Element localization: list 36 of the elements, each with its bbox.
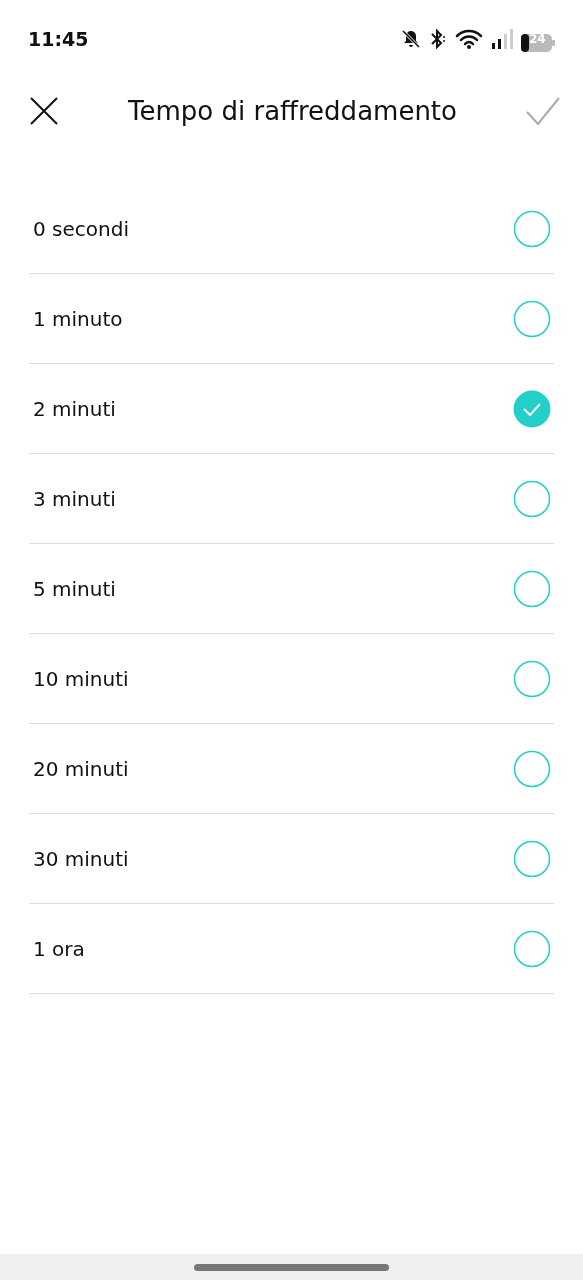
muted-bell-icon (401, 29, 421, 49)
option-row[interactable]: 1 ora (29, 904, 554, 994)
option-row[interactable]: 2 minuti (29, 364, 554, 454)
radio-icon[interactable] (513, 929, 551, 968)
radio-icon[interactable] (513, 299, 551, 338)
option-row[interactable]: 10 minuti (29, 634, 554, 724)
screen-title: Tempo di raffreddamento (128, 94, 457, 128)
option-row[interactable]: 3 minuti (29, 454, 554, 544)
radio-icon[interactable] (513, 749, 551, 788)
radio-icon[interactable] (513, 839, 551, 878)
option-label: 1 ora (33, 935, 85, 963)
status-time: 11:45 (28, 26, 89, 52)
option-label: 20 minuti (33, 755, 129, 783)
radio-icon[interactable] (513, 209, 551, 248)
radio-checked-icon[interactable] (513, 389, 551, 428)
radio-icon[interactable] (513, 479, 551, 518)
option-label: 5 minuti (33, 575, 116, 603)
option-label: 2 minuti (33, 395, 116, 423)
home-indicator[interactable] (194, 1263, 389, 1271)
option-label: 1 minuto (33, 305, 123, 333)
radio-icon[interactable] (513, 569, 551, 608)
confirm-check-icon[interactable] (525, 96, 561, 126)
radio-icon[interactable] (513, 659, 551, 698)
option-label: 3 minuti (33, 485, 116, 513)
option-label: 30 minuti (33, 845, 129, 873)
option-row[interactable]: 5 minuti (29, 544, 554, 634)
option-row[interactable]: 0 secondi (29, 184, 554, 274)
option-label: 10 minuti (33, 665, 129, 693)
close-icon[interactable] (28, 95, 60, 127)
option-label: 0 secondi (33, 215, 129, 243)
option-row[interactable]: 20 minuti (29, 724, 554, 814)
bluetooth-icon (429, 28, 447, 50)
signal-icon (491, 29, 513, 49)
option-row[interactable]: 1 minuto (29, 274, 554, 364)
wifi-icon (455, 28, 483, 50)
option-row[interactable]: 30 minuti (29, 814, 554, 904)
